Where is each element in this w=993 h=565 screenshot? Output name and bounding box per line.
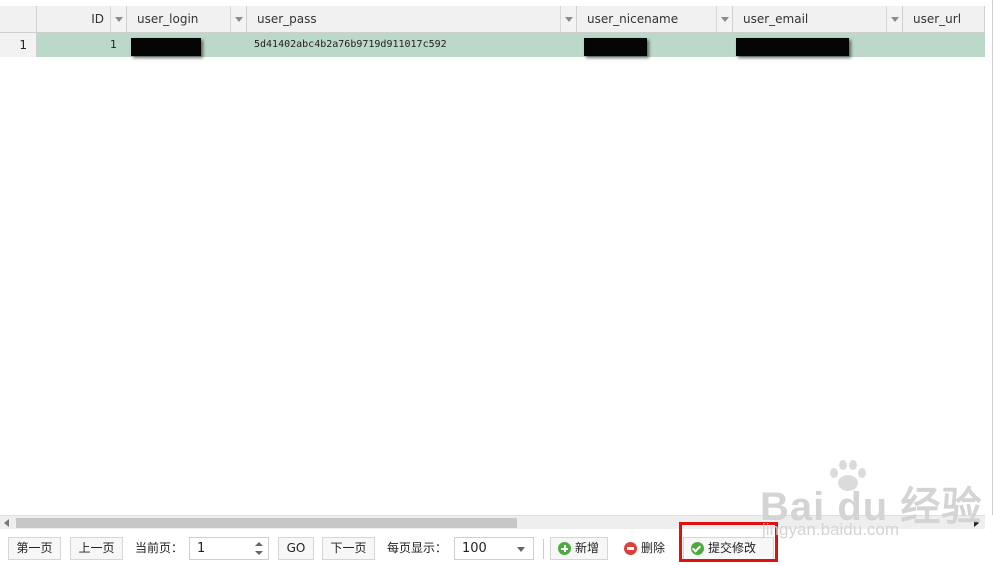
cell-id[interactable]: 1 (37, 33, 127, 57)
row-number[interactable]: 1 (0, 33, 37, 57)
redaction-block (131, 38, 201, 56)
column-header-label: ID (91, 12, 104, 26)
selected-row-cells[interactable]: 1 5d41402abc4b2a76b9719d911017c592 (37, 33, 985, 57)
go-button[interactable]: GO (278, 537, 314, 560)
current-page-input[interactable]: 1 (189, 537, 269, 560)
chevron-down-icon[interactable] (517, 547, 525, 552)
column-dropdown-icon[interactable] (230, 6, 246, 32)
per-page-value: 100 (462, 541, 487, 556)
column-header-user-pass[interactable]: user_pass (247, 6, 577, 32)
cell-user-url[interactable] (903, 33, 985, 57)
scroll-left-icon[interactable] (4, 519, 9, 527)
row-number-header (0, 6, 37, 32)
current-page-label: 当前页： (135, 541, 184, 555)
plus-circle-icon (558, 542, 571, 555)
redaction-block (584, 38, 647, 56)
minus-circle-icon (624, 542, 637, 555)
data-grid: ID user_login user_pass user_nicename us… (0, 0, 993, 515)
column-header-user-login[interactable]: user_login (127, 6, 247, 32)
next-page-button[interactable]: 下一页 (322, 537, 375, 560)
column-header-user-url[interactable]: user_url (903, 6, 985, 32)
grid-header: ID user_login user_pass user_nicename us… (0, 6, 985, 33)
column-dropdown-icon[interactable] (716, 6, 732, 32)
per-page-select[interactable]: 100 (454, 537, 534, 560)
prev-page-button[interactable]: 上一页 (70, 537, 123, 560)
column-header-label: user_email (743, 12, 809, 26)
delete-button[interactable]: 删除 (616, 537, 672, 560)
add-button-label: 新增 (575, 541, 600, 555)
watermark-url: jingyan.baidu.com (762, 520, 900, 539)
cell-user-nicename[interactable] (577, 33, 733, 57)
page-stepper-icon[interactable] (254, 541, 264, 556)
column-header-label: user_nicename (587, 12, 679, 26)
cell-user-login[interactable] (127, 33, 247, 57)
redaction-block (736, 38, 849, 56)
column-dropdown-icon[interactable] (886, 6, 902, 32)
column-header-user-nicename[interactable]: user_nicename (577, 6, 733, 32)
delete-button-label: 删除 (641, 541, 666, 555)
cell-user-pass[interactable]: 5d41402abc4b2a76b9719d911017c592 (247, 33, 577, 57)
table-row[interactable]: 1 1 5d41402abc4b2a76b9719d911017c592 (0, 33, 985, 57)
column-header-id[interactable]: ID (37, 6, 127, 32)
per-page-label: 每页显示： (387, 541, 448, 555)
column-dropdown-icon[interactable] (110, 6, 126, 32)
scrollbar-thumb[interactable] (16, 518, 517, 528)
first-page-button[interactable]: 第一页 (8, 537, 61, 560)
column-header-label: user_url (913, 12, 962, 26)
column-dropdown-icon[interactable] (560, 6, 576, 32)
column-header-label: user_pass (257, 12, 317, 26)
current-page-value: 1 (197, 541, 206, 556)
toolbar-divider (543, 539, 544, 559)
column-header-user-email[interactable]: user_email (733, 6, 903, 32)
column-header-label: user_login (137, 12, 199, 26)
add-button[interactable]: 新增 (550, 537, 608, 560)
cell-user-email[interactable] (733, 33, 903, 57)
baidu-watermark: Bai du 经验 jingyan.baidu.com (760, 460, 981, 542)
